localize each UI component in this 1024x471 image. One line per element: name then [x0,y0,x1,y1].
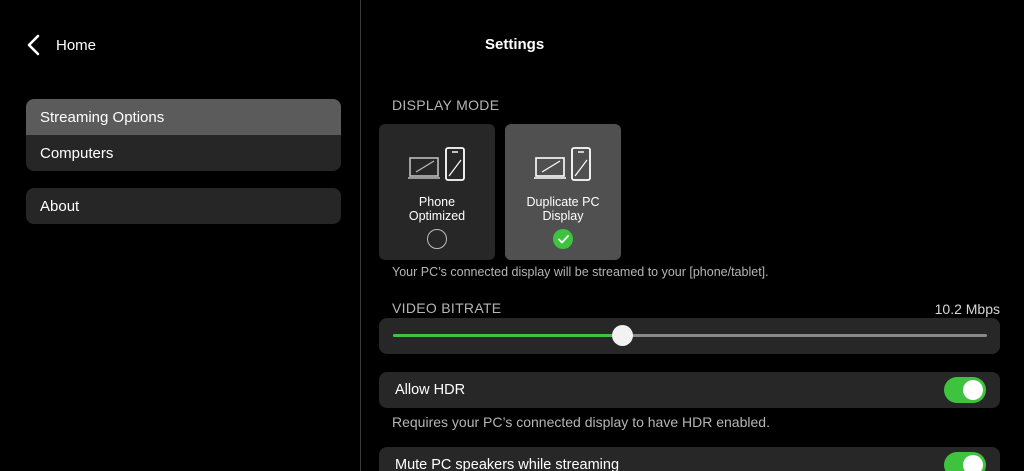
settings-panel: Settings DISPLAY MODE Phone Optimized Du… [362,0,1024,471]
nav-item-streaming-options[interactable]: Streaming Options [26,99,341,135]
laptop-phone-icon [534,147,591,181]
nav-item-about[interactable]: About [26,188,341,224]
video-bitrate-value: 10.2 Mbps [934,301,1000,317]
home-label: Home [56,36,97,54]
slider-fill [393,334,623,337]
laptop-phone-icon [408,147,465,181]
allow-hdr-hint: Requires your PC’s connected display to … [392,414,770,430]
allow-hdr-toggle[interactable] [944,377,986,403]
radio-selected[interactable] [553,229,573,249]
slider-thumb[interactable] [612,325,634,346]
display-mode-option-label: Phone Optimized [408,195,466,223]
mute-speakers-toggle[interactable] [944,452,986,471]
display-mode-duplicate-pc-card[interactable]: Duplicate PC Display [505,124,621,260]
mute-speakers-label: Mute PC speakers while streaming [395,457,620,471]
nav-item-label: Computers [40,144,114,162]
left-nav-panel: Home Streaming Options Computers About [0,0,361,471]
nav-item-label: Streaming Options [40,108,165,126]
page-title: Settings [485,36,545,53]
nav-item-label: About [40,197,80,215]
mute-speakers-row[interactable]: Mute PC speakers while streaming [379,447,1000,471]
toggle-knob [963,380,983,400]
radio-unselected[interactable] [427,229,447,249]
chevron-left-icon [27,34,40,56]
display-mode-heading: DISPLAY MODE [392,97,500,113]
video-bitrate-slider[interactable] [379,318,1000,354]
display-mode-phone-optimized-card[interactable]: Phone Optimized [379,124,495,260]
display-mode-option-label: Duplicate PC Display [526,195,600,223]
home-back-button[interactable]: Home [26,30,96,60]
slider-track[interactable] [393,325,987,346]
nav-item-computers[interactable]: Computers [26,135,341,171]
toggle-knob [963,455,983,471]
app-root: Home Streaming Options Computers About S… [0,0,1024,471]
display-mode-hint: Your PC’s connected display will be stre… [392,265,769,279]
nav-group-main: Streaming Options Computers [26,99,341,171]
video-bitrate-heading: VIDEO BITRATE [392,300,502,316]
nav-group-secondary: About [26,188,341,224]
allow-hdr-row[interactable]: Allow HDR [379,372,1000,408]
checkmark-icon [557,234,569,243]
allow-hdr-label: Allow HDR [395,382,466,398]
